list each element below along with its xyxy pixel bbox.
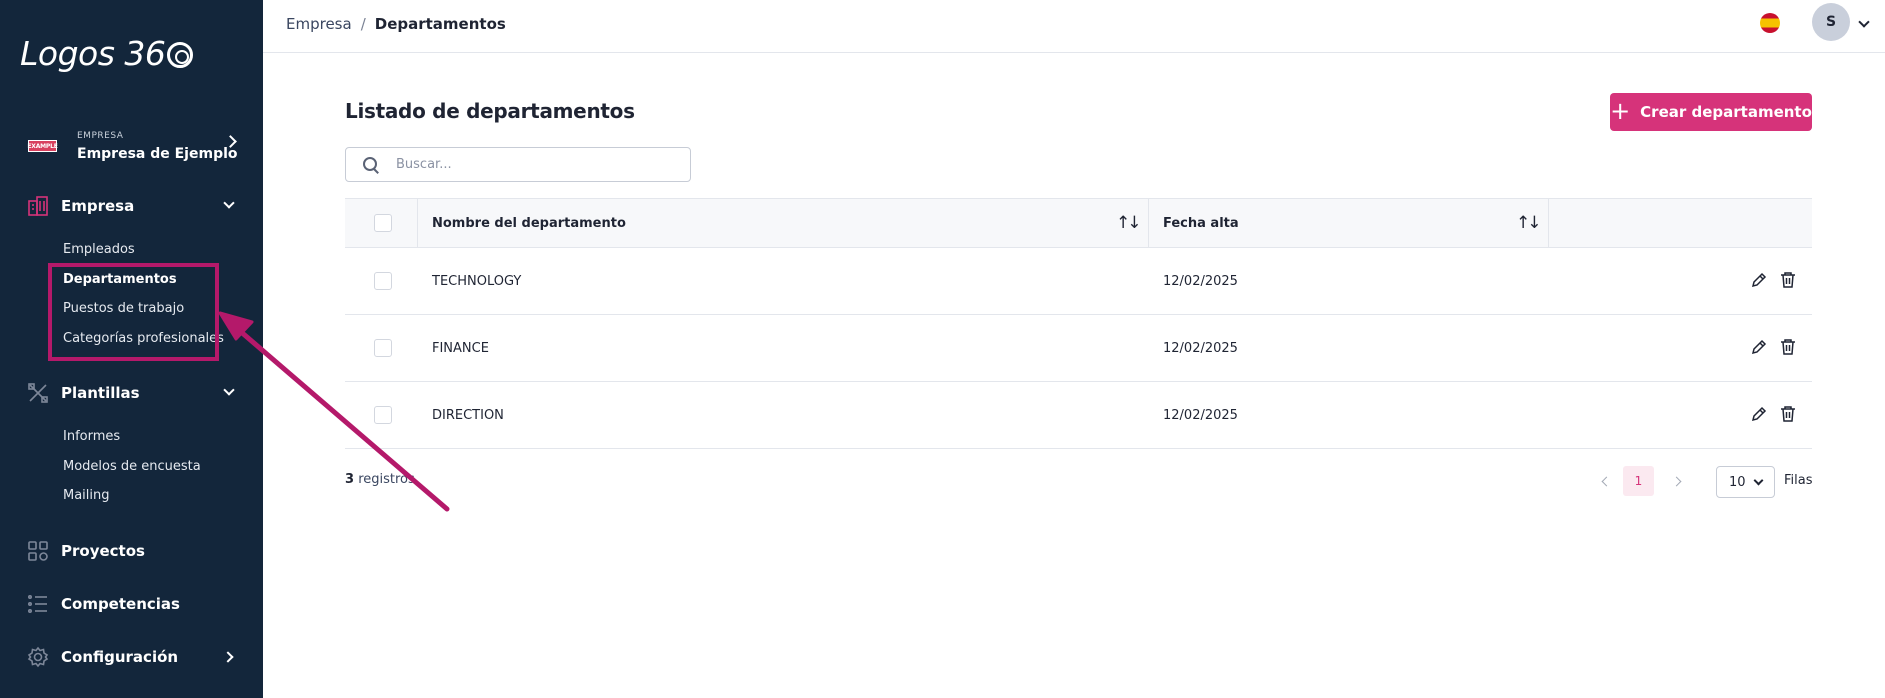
chevron-right-icon xyxy=(222,651,234,663)
nav-section-competencias[interactable]: Competencias xyxy=(0,590,263,618)
record-count-number: 3 xyxy=(345,472,355,487)
breadcrumb-empresa[interactable]: Empresa xyxy=(286,15,352,33)
column-divider xyxy=(1548,199,1549,247)
sidebar-item-empleados[interactable]: Empleados xyxy=(63,240,135,260)
building-icon xyxy=(27,195,49,217)
breadcrumb: Empresa / Departamentos xyxy=(286,15,506,33)
gear-icon xyxy=(27,646,49,668)
column-header-name: Nombre del departamento xyxy=(432,215,626,231)
chevron-down-icon xyxy=(223,384,235,396)
department-date: 12/02/2025 xyxy=(1163,407,1238,423)
row-checkbox[interactable] xyxy=(374,272,392,290)
breadcrumb-current: Departamentos xyxy=(374,15,506,33)
page-1-button[interactable]: 1 xyxy=(1623,466,1654,496)
create-department-label: Crear departamento xyxy=(1640,103,1812,121)
nav-label-competencias: Competencias xyxy=(61,595,180,613)
company-text: EMPRESA Empresa de Ejemplo xyxy=(77,131,238,162)
record-count: 3 registros xyxy=(345,472,415,487)
department-name: DIRECTION xyxy=(432,407,504,423)
rows-label: Filas xyxy=(1784,473,1813,488)
prev-page-icon[interactable] xyxy=(1601,476,1612,487)
logo: Logos 36 xyxy=(20,34,194,73)
list-icon xyxy=(27,593,49,615)
department-name: FINANCE xyxy=(432,340,489,356)
nav-label-plantillas: Plantillas xyxy=(61,384,140,402)
plus-icon: + xyxy=(1610,97,1631,125)
edit-icon[interactable] xyxy=(1750,338,1770,358)
next-page-icon[interactable] xyxy=(1671,476,1682,487)
delete-icon[interactable] xyxy=(1779,271,1799,291)
sort-icon[interactable]: ↑↓ xyxy=(1116,213,1141,233)
row-checkbox[interactable] xyxy=(374,339,392,357)
search-box xyxy=(345,147,691,182)
nav-label-proyectos: Proyectos xyxy=(61,542,145,560)
logo-text: Logos 36 xyxy=(20,34,166,73)
delete-icon[interactable] xyxy=(1779,405,1799,425)
delete-icon[interactable] xyxy=(1779,338,1799,358)
edit-icon[interactable] xyxy=(1750,271,1770,291)
annotation-highlight-box xyxy=(48,263,219,361)
tools-icon xyxy=(27,382,49,404)
nav-section-empresa[interactable]: Empresa xyxy=(0,192,263,220)
table-row: TECHNOLOGY 12/02/2025 xyxy=(345,248,1812,315)
logo-ring-icon xyxy=(167,41,194,68)
nav-section-plantillas[interactable]: Plantillas xyxy=(0,379,263,407)
user-avatar[interactable]: S xyxy=(1812,3,1850,41)
sidebar-item-mailing[interactable]: Mailing xyxy=(63,486,110,506)
nav-section-proyectos[interactable]: Proyectos xyxy=(0,537,263,565)
company-name: Empresa de Ejemplo xyxy=(77,145,238,162)
chevron-down-icon xyxy=(1753,475,1764,486)
breadcrumb-separator: / xyxy=(360,15,366,33)
column-divider xyxy=(417,199,418,247)
departments-table: Nombre del departamento ↑↓ Fecha alta ↑↓… xyxy=(345,198,1812,449)
page-title: Listado de departamentos xyxy=(345,99,635,123)
company-small-label: EMPRESA xyxy=(77,130,124,141)
department-name: TECHNOLOGY xyxy=(432,273,522,289)
company-selector[interactable]: EXAMPLE EMPRESA Empresa de Ejemplo xyxy=(0,122,263,170)
nav-section-configuracion[interactable]: Configuración xyxy=(0,643,263,671)
grid-icon xyxy=(27,540,49,562)
column-header-date: Fecha alta xyxy=(1163,215,1239,231)
spain-flag-icon[interactable] xyxy=(1760,13,1780,33)
department-date: 12/02/2025 xyxy=(1163,340,1238,356)
nav-label-configuracion: Configuración xyxy=(61,648,179,666)
sort-icon[interactable]: ↑↓ xyxy=(1516,213,1541,233)
company-badge: EXAMPLE xyxy=(27,140,58,152)
search-input[interactable] xyxy=(396,157,676,172)
table-header: Nombre del departamento ↑↓ Fecha alta ↑↓ xyxy=(345,198,1812,248)
sidebar-item-informes[interactable]: Informes xyxy=(63,427,120,447)
rows-per-page-select[interactable]: 10 xyxy=(1716,466,1775,498)
rows-per-page-value: 10 xyxy=(1729,474,1746,490)
department-date: 12/02/2025 xyxy=(1163,273,1238,289)
record-count-label: registros xyxy=(358,472,415,487)
select-all-checkbox[interactable] xyxy=(374,214,392,232)
column-divider xyxy=(1148,199,1149,247)
edit-icon[interactable] xyxy=(1750,405,1770,425)
chevron-down-icon[interactable] xyxy=(1858,16,1870,28)
create-department-button[interactable]: + Crear departamento xyxy=(1610,93,1812,131)
topbar: Empresa / Departamentos S xyxy=(263,0,1885,53)
chevron-down-icon xyxy=(223,197,235,209)
nav-label-empresa: Empresa xyxy=(61,197,135,215)
sidebar-item-modelos-encuesta[interactable]: Modelos de encuesta xyxy=(63,457,201,477)
table-row: DIRECTION 12/02/2025 xyxy=(345,382,1812,449)
table-row: FINANCE 12/02/2025 xyxy=(345,315,1812,382)
search-icon xyxy=(362,156,380,174)
row-checkbox[interactable] xyxy=(374,406,392,424)
